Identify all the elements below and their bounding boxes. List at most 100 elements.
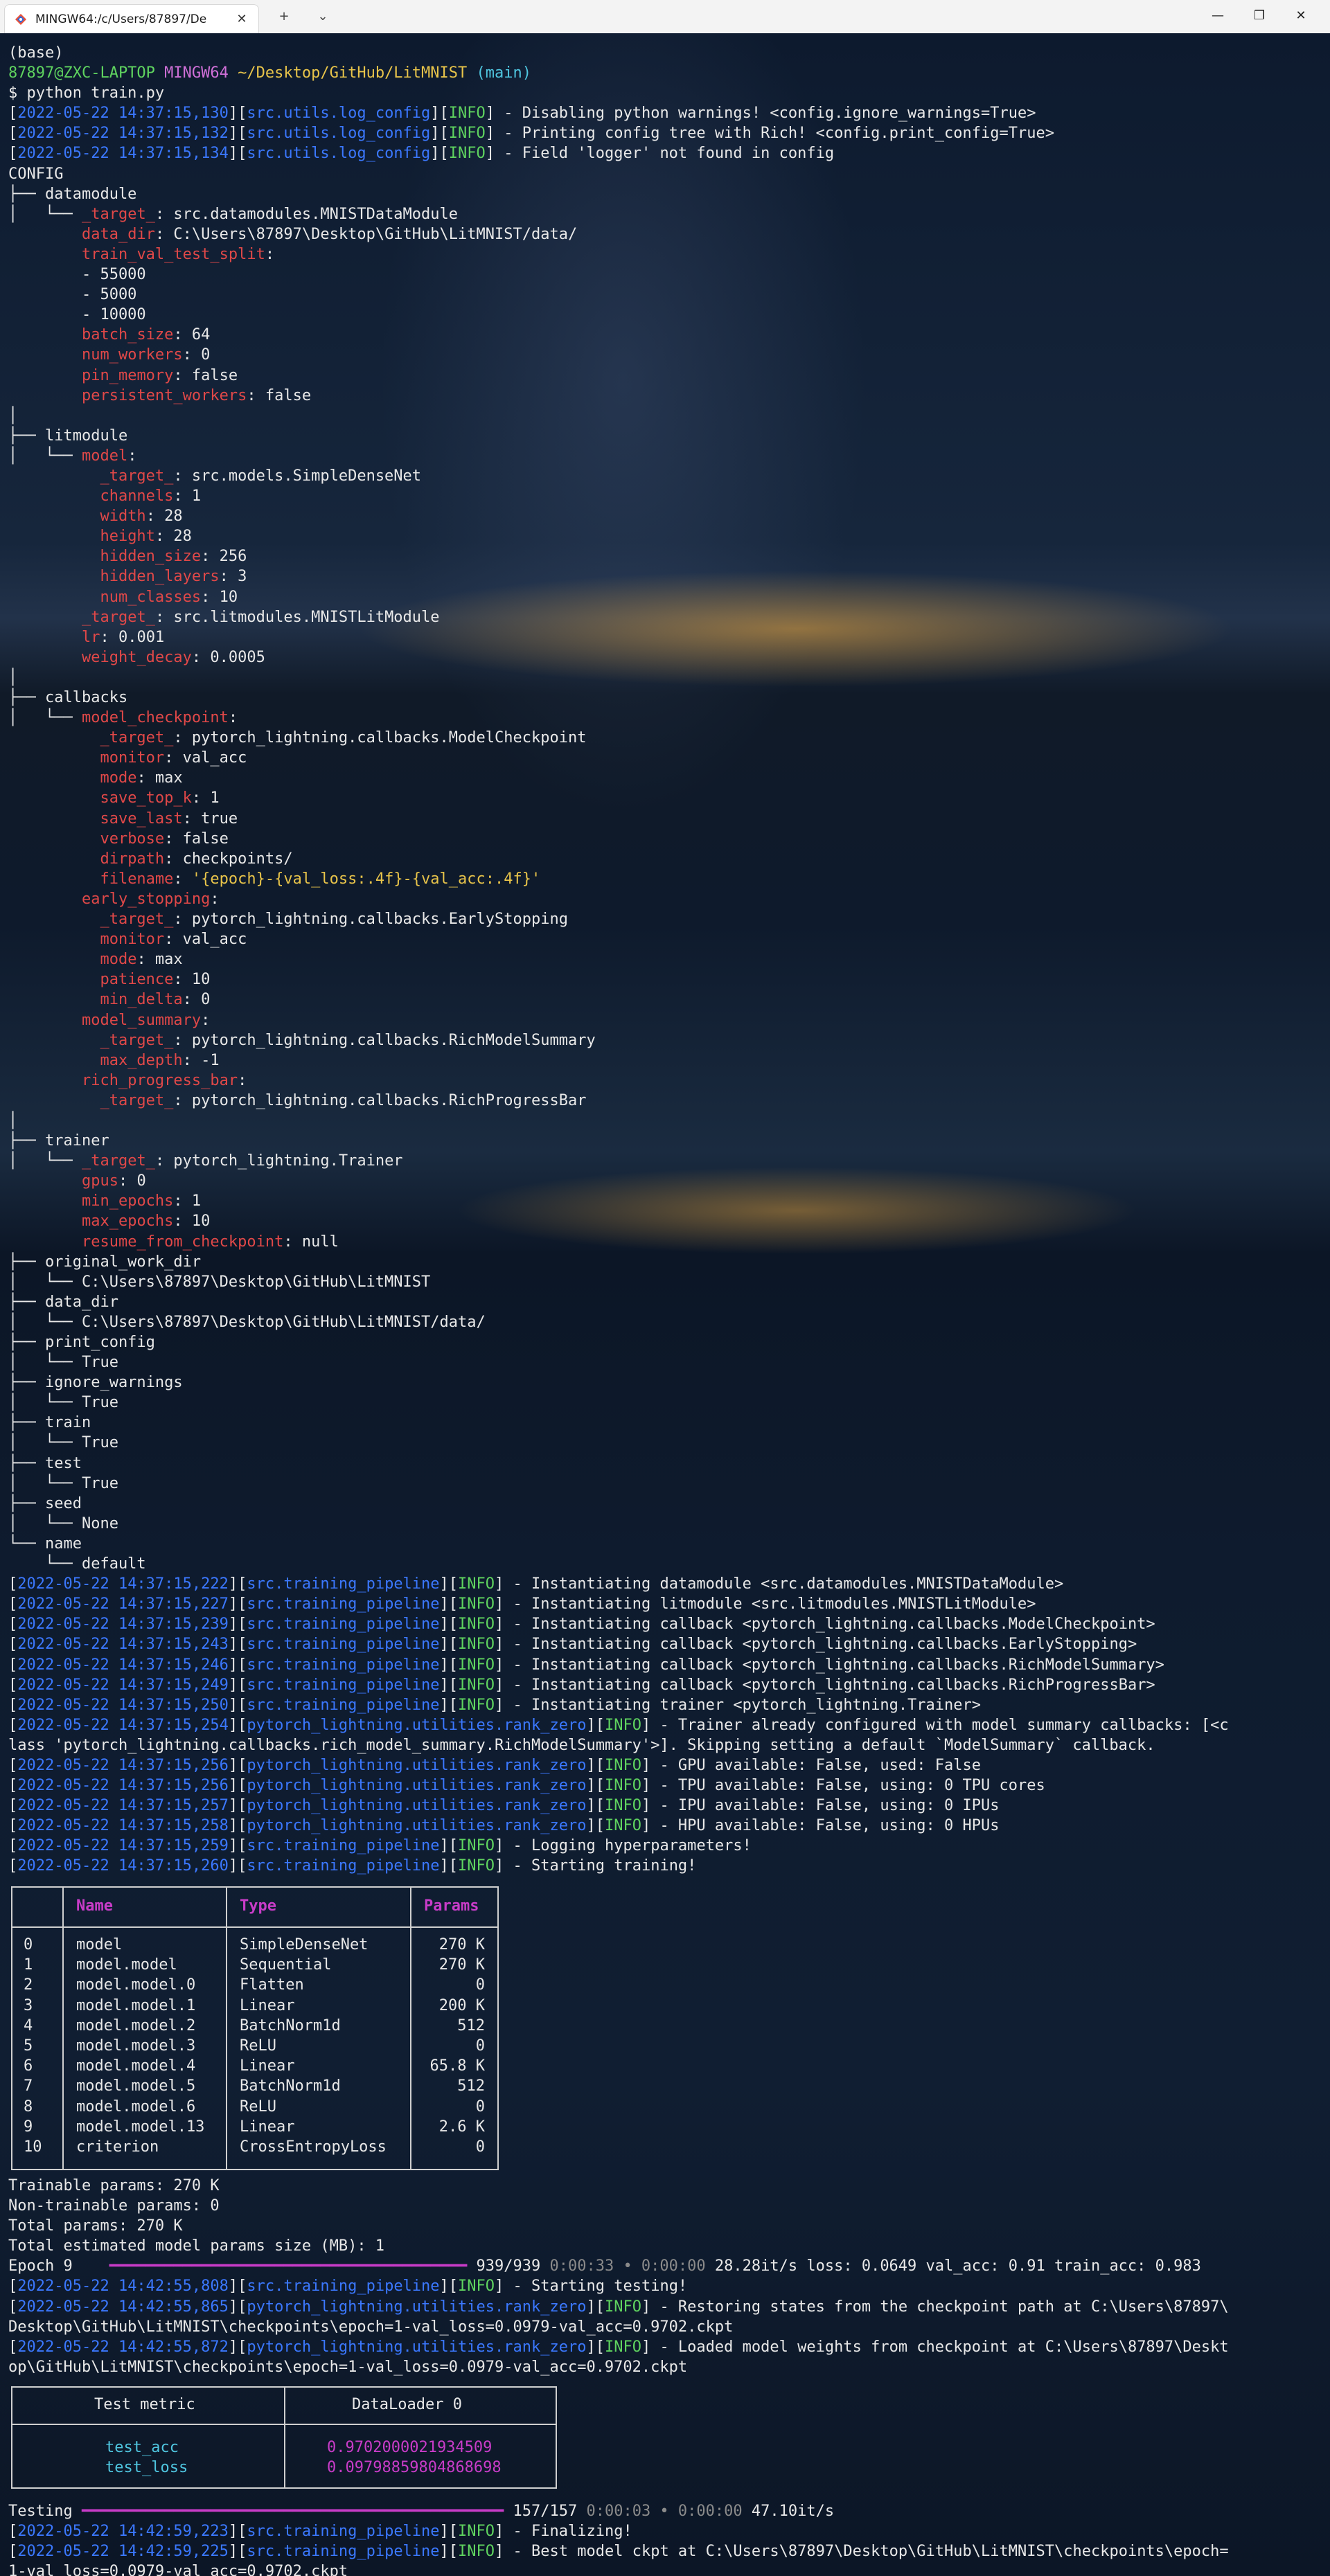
terminal-text-segment: ][ [586,2338,605,2356]
terminal-text-segment: ├── seed [8,1494,82,1512]
terminal-text-segment: patience [100,971,174,989]
terminal-text-segment: ][ [228,1595,247,1613]
terminal-text-segment: INFO [448,125,486,143]
terminal-text-segment: ][ [586,1797,605,1815]
terminal-text-segment: ][ [439,2523,459,2541]
table-cell: 200 K [438,1996,485,2014]
terminal-text-segment: Total estimated model params size (MB): … [8,2237,385,2255]
terminal-text-segment: 2022-05-22 14:42:55,865 [17,2298,229,2316]
minimize-button[interactable]: — [1197,0,1239,33]
terminal-text-segment: ├── print_config [8,1334,155,1351]
terminal-text-segment: ~/Desktop/GitHub/LitMNIST [238,64,477,82]
terminal-text-segment: : pytorch_lightning.Trainer [154,1152,403,1170]
close-window-button[interactable]: ✕ [1280,0,1322,33]
terminal-text-segment: 2022-05-22 14:42:59,223 [17,2523,229,2541]
terminal-text-segment: Non-trainable params: 0 [8,2197,220,2215]
terminal-lines-end: Testing ━━━━━━━━━━━━━━━━━━━━━━━━━━━━━━━━… [8,2501,1324,2576]
terminal-text-segment: num_workers [81,346,183,364]
maximize-button[interactable]: ❐ [1239,0,1280,33]
terminal-text-segment: ] - GPU available: False, used: False [641,1756,982,1774]
terminal-text-segment: ][ [439,1616,459,1634]
terminal-line: _target_: pytorch_lightning.callbacks.Ea… [8,909,1324,929]
terminal-text-segment: : checkpoints/ [164,850,293,868]
terminal-line: Testing ━━━━━━━━━━━━━━━━━━━━━━━━━━━━━━━━… [8,2501,1324,2521]
terminal-line: - 5000 [8,285,1324,305]
terminal-text-segment: ] - Instantiating callback <pytorch_ligh… [495,1656,1164,1674]
terminal-text-segment: Testing [8,2503,82,2520]
terminal-text-segment: _target_ [81,1152,155,1170]
terminal-line: │ └── True [8,1433,1324,1453]
terminal-text-segment: : pytorch_lightning.callbacks.ModelCheck… [173,729,587,747]
terminal-line: _target_: src.litmodules.MNISTLitModule [8,607,1324,627]
terminal-text-segment: : null [283,1233,339,1251]
terminal-text-segment: 2022-05-22 14:37:15,257 [17,1797,229,1815]
table-cell: model.model.6 [76,2098,196,2116]
terminal-text-segment: (main) [476,64,531,82]
table-cell: BatchNorm1d [240,2016,341,2034]
terminal-text-segment: INFO [604,1797,641,1815]
terminal-text-segment: ][ [586,1777,605,1795]
terminal-text-segment: src.training_pipeline [247,1636,440,1654]
terminal-text-segment: ][ [228,1696,247,1714]
terminal-line: │ └── model: [8,446,1324,466]
terminal-text-segment: [ [8,1716,18,1734]
table-row: 2 model.model.0 Flatten 0 [12,1975,497,1995]
terminal-text-segment: - 5000 [8,286,137,304]
terminal-text-segment: 2022-05-22 14:37:15,134 [17,145,229,163]
terminal-text-segment: Total params: 270 K [8,2217,183,2235]
terminal-text-segment: ][ [228,1777,247,1795]
terminal-text-segment: resume_from_checkpoint [81,1233,284,1251]
terminal-text-segment: _target_ [81,608,155,626]
terminal-text-segment: │ [8,406,18,424]
terminal-line: op\GitHub\LitMNIST\checkpoints\epoch=1-v… [8,2357,1324,2377]
new-tab-button[interactable]: + [274,7,294,26]
terminal-text-segment: ━━━━━━━━━━━━━━━━━━━━━━━━━━━━━━━━━━━━━━━━… [81,2503,504,2520]
terminal-line: │ └── _target_: src.datamodules.MNISTDat… [8,204,1324,224]
test-results-table: Test metric DataLoader 0 test_acc 0.9702… [11,2386,557,2489]
terminal-text-segment: │ └── [8,1152,82,1170]
terminal-text-segment: ├── ignore_warnings [8,1374,183,1392]
terminal-text-segment: : 0.001 [100,628,165,646]
table-row: 0 model SimpleDenseNet 270 K [12,1935,497,1955]
terminal-line: filename: '{epoch}-{val_loss:.4f}-{val_a… [8,869,1324,889]
terminal-line: train_val_test_split: [8,244,1324,265]
terminal-text-segment: [ [8,1777,18,1795]
terminal-line: early_stopping: [8,889,1324,909]
terminal-output[interactable]: (base) 87897@ZXC-LAPTOP MINGW64 ~/Desktop… [0,33,1330,2576]
table-row: 1 model.model Sequential 270 K [12,1955,497,1975]
terminal-text-segment: 0:00:33 • 0:00:00 [549,2257,706,2275]
terminal-text-segment: ] - Field 'logger' not found in config [485,145,835,163]
terminal-text-segment: : src.models.SimpleDenseNet [173,467,422,485]
terminal-text-segment: : 0 [182,991,211,1009]
terminal-line: ├── litmodule [8,426,1324,446]
terminal-text-segment: 2022-05-22 14:37:15,260 [17,1857,229,1875]
terminal-text-segment: ][ [228,1756,247,1774]
terminal-text-segment: ├── original_work_dir [8,1253,202,1271]
terminal-line: mode: max [8,768,1324,788]
terminal-text-segment: 2022-05-22 14:37:15,258 [17,1817,229,1835]
tab-dropdown-icon[interactable]: ⌄ [313,7,332,26]
table-cell: Flatten [240,1976,304,1994]
terminal-text-segment: num_classes [100,588,202,606]
terminal-line: persistent_workers: false [8,386,1324,406]
terminal-text-segment: │ [8,1111,18,1129]
terminal-text-segment: pytorch_lightning.utilities.rank_zero [247,1716,587,1734]
terminal-text-segment: ][ [228,2543,247,2561]
terminal-tab[interactable]: MINGW64:/c/Users/87897/De ✕ [4,4,259,33]
terminal-text-segment: ][ [439,1676,459,1694]
close-tab-icon[interactable]: ✕ [233,11,250,28]
terminal-text-segment: : val_acc [164,749,247,767]
table-cell: criterion [76,2138,159,2156]
terminal-text-segment: pytorch_lightning.utilities.rank_zero [247,1817,587,1835]
terminal-text-segment: ][ [228,145,247,163]
terminal-line: verbose: false [8,829,1324,849]
table-cell: SimpleDenseNet [240,1936,369,1953]
table-cell: 512 [457,2016,485,2034]
terminal-text-segment: ][ [439,1696,459,1714]
